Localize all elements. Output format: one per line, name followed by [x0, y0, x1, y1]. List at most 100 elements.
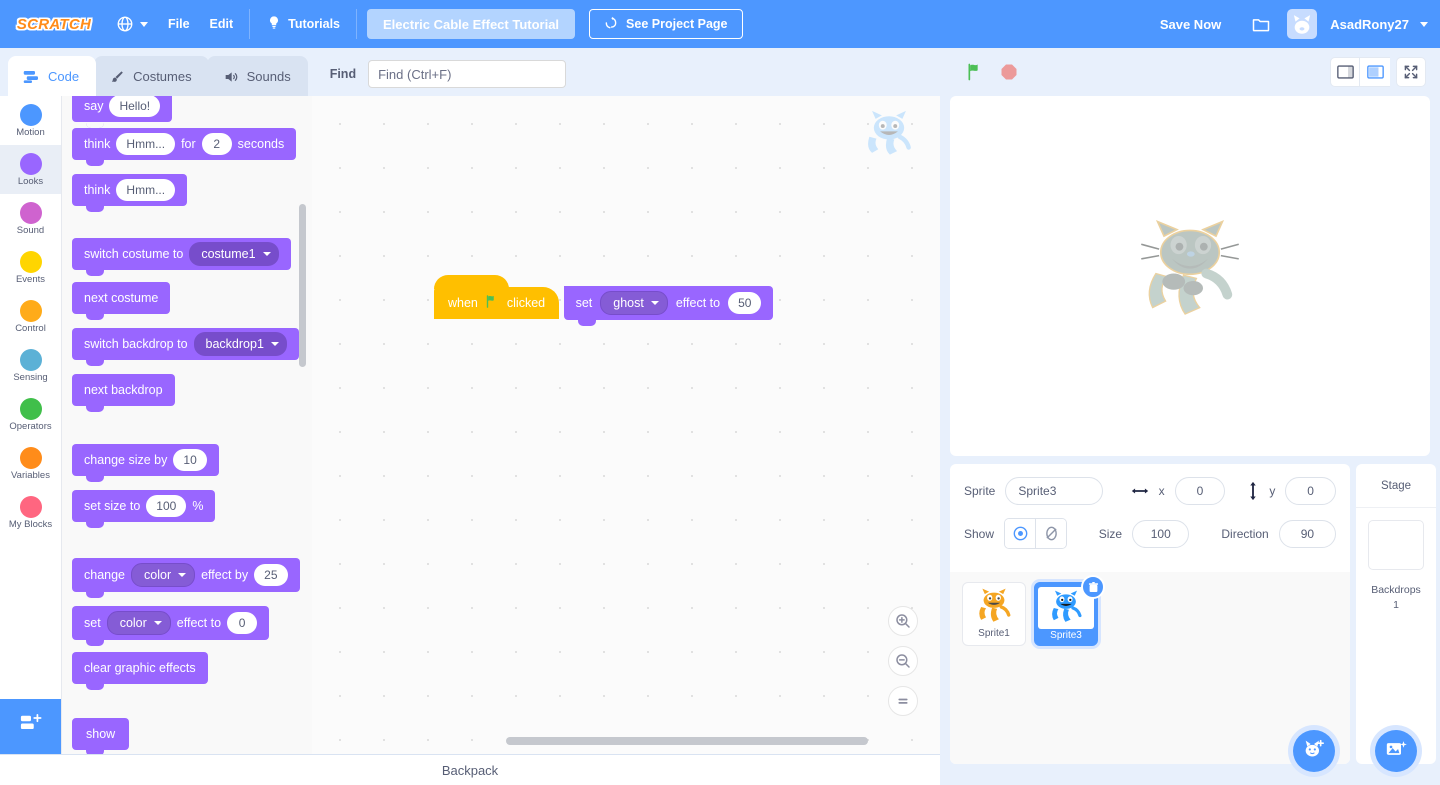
- file-menu[interactable]: File: [158, 9, 200, 39]
- green-flag-icon[interactable]: [966, 62, 986, 82]
- block-change-effect-by[interactable]: change color effect by 25: [72, 558, 300, 592]
- palette-block-switch-backdrop: switch backdrop to backdrop1: [62, 320, 312, 366]
- block-think-for-seconds[interactable]: think Hmm... for 2 seconds: [72, 128, 296, 160]
- block-switch-backdrop-to[interactable]: switch backdrop to backdrop1: [72, 328, 299, 360]
- block-when-flag-clicked[interactable]: when clicked: [434, 287, 559, 319]
- block-input-message[interactable]: Hmm...: [116, 133, 175, 155]
- tutorials-menu[interactable]: Tutorials: [256, 9, 350, 39]
- block-dropdown-effect[interactable]: color: [107, 611, 171, 635]
- sidebar-item-events[interactable]: Events: [0, 243, 61, 292]
- sprite-tile-sprite1[interactable]: Sprite1: [962, 582, 1026, 646]
- account-chevron-down-icon[interactable]: [1420, 22, 1428, 27]
- block-dropdown-backdrop[interactable]: backdrop1: [194, 332, 287, 356]
- sidebar-item-motion[interactable]: Motion: [0, 96, 61, 145]
- block-label: seconds: [238, 137, 285, 151]
- language-menu[interactable]: [106, 9, 158, 39]
- sidebar-item-sound[interactable]: Sound: [0, 194, 61, 243]
- tab-costumes-label: Costumes: [133, 69, 192, 84]
- block-category-list: Motion Looks Sound Events Control Sensin…: [0, 96, 62, 754]
- see-project-page-button[interactable]: See Project Page: [589, 9, 742, 39]
- block-change-size-by[interactable]: change size by 10: [72, 444, 219, 476]
- sprite-list: Sprite1: [950, 572, 1350, 764]
- sidebar-item-sensing[interactable]: Sensing: [0, 341, 61, 390]
- tab-sounds[interactable]: Sounds: [207, 56, 308, 96]
- account-menu[interactable]: AsadRony27: [1330, 17, 1409, 32]
- small-stage-icon[interactable]: [1330, 57, 1360, 87]
- zoom-out-icon[interactable]: [888, 646, 918, 676]
- stage[interactable]: [950, 96, 1430, 456]
- block-set-effect-to[interactable]: set color effect to 0: [72, 606, 269, 640]
- stop-sign-icon[interactable]: [1000, 63, 1018, 81]
- add-extension-button[interactable]: [0, 699, 62, 754]
- palette-scrollbar[interactable]: [299, 204, 306, 367]
- block-input[interactable]: Hello!: [109, 96, 160, 117]
- block-next-backdrop[interactable]: next backdrop: [72, 374, 175, 406]
- backdrop-thumbnail[interactable]: [1368, 520, 1424, 570]
- size-input[interactable]: 100: [1132, 520, 1189, 548]
- script-stack[interactable]: when clicked set ghost effect to 50: [434, 286, 773, 320]
- block-label: change: [84, 568, 125, 582]
- block-palette[interactable]: say Hello! think Hmm... for 2 seconds th…: [62, 96, 312, 754]
- block-dropdown-effect[interactable]: ghost: [600, 291, 668, 315]
- block-label: switch backdrop to: [84, 337, 188, 351]
- palette-block-set-effect: set color effect to 0: [62, 596, 312, 642]
- block-say[interactable]: say Hello!: [72, 96, 172, 122]
- tab-costumes[interactable]: Costumes: [94, 56, 209, 96]
- trash-icon[interactable]: [1081, 575, 1105, 599]
- dropdown-value: costume1: [201, 247, 255, 261]
- block-dropdown-effect[interactable]: color: [131, 563, 195, 587]
- block-input-message[interactable]: Hmm...: [116, 179, 175, 201]
- save-now-button[interactable]: Save Now: [1146, 9, 1235, 39]
- palette-blocks: say Hello! think Hmm... for 2 seconds th…: [62, 96, 312, 754]
- eye-icon[interactable]: [1005, 519, 1035, 548]
- block-input-size-delta[interactable]: 10: [173, 449, 206, 471]
- block-input-seconds[interactable]: 2: [202, 133, 232, 155]
- sidebar-item-control[interactable]: Control: [0, 292, 61, 341]
- avatar[interactable]: [1287, 9, 1317, 39]
- zoom-reset-icon[interactable]: [888, 686, 918, 716]
- project-title-input[interactable]: Electric Cable Effect Tutorial: [367, 9, 575, 39]
- large-stage-icon[interactable]: [1360, 57, 1390, 87]
- edit-menu[interactable]: Edit: [200, 9, 244, 39]
- zoom-in-icon[interactable]: [888, 606, 918, 636]
- backpack-bar[interactable]: Backpack: [0, 754, 940, 785]
- category-label: Operators: [9, 421, 51, 432]
- stage-sprite-cat[interactable]: [1138, 220, 1242, 333]
- block-label: next backdrop: [84, 383, 163, 397]
- block-set-size-to[interactable]: set size to 100 %: [72, 490, 215, 522]
- block-set-effect-to-script[interactable]: set ghost effect to 50: [564, 286, 774, 320]
- folder-icon[interactable]: [1247, 10, 1275, 38]
- block-think[interactable]: think Hmm...: [72, 174, 187, 206]
- stage-selector[interactable]: Stage Backdrops 1: [1356, 464, 1436, 764]
- code-canvas[interactable]: when clicked set ghost effect to 50: [312, 96, 940, 754]
- block-input-effect-value[interactable]: 50: [728, 292, 761, 314]
- sidebar-item-my-blocks[interactable]: My Blocks: [0, 488, 61, 537]
- sprite-name-input[interactable]: Sprite3: [1005, 477, 1102, 505]
- scratch-logo[interactable]: SCRATCH: [16, 11, 92, 37]
- sidebar-item-variables[interactable]: Variables: [0, 439, 61, 488]
- sidebar-item-operators[interactable]: Operators: [0, 390, 61, 439]
- fullscreen-icon[interactable]: [1396, 57, 1426, 87]
- block-next-costume[interactable]: next costume: [72, 282, 170, 314]
- sidebar-item-looks[interactable]: Looks: [0, 145, 61, 194]
- block-input-effect-value[interactable]: 0: [227, 612, 257, 634]
- tab-code[interactable]: Code: [8, 56, 96, 96]
- search-input[interactable]: [368, 60, 566, 88]
- sprite-tile-sprite3[interactable]: Sprite3: [1034, 582, 1098, 646]
- canvas-horizontal-scrollbar[interactable]: [506, 737, 868, 745]
- choose-sprite-button[interactable]: [1293, 730, 1335, 772]
- menu-bar: SCRATCH File Edit Tutorials: [0, 0, 1440, 48]
- lightbulb-icon: [266, 15, 282, 34]
- x-position-input[interactable]: 0: [1175, 477, 1226, 505]
- block-switch-costume-to[interactable]: switch costume to costume1: [72, 238, 291, 270]
- eye-slash-icon[interactable]: [1035, 519, 1065, 548]
- choose-backdrop-button[interactable]: [1375, 730, 1417, 772]
- block-dropdown-costume[interactable]: costume1: [189, 242, 278, 266]
- block-input-size[interactable]: 100: [146, 495, 186, 517]
- block-show[interactable]: show: [72, 718, 129, 750]
- orange-cat-thumbnail: [974, 587, 1014, 627]
- block-clear-graphic-effects[interactable]: clear graphic effects: [72, 652, 208, 684]
- block-input-effect-delta[interactable]: 25: [254, 564, 287, 586]
- y-position-input[interactable]: 0: [1285, 477, 1336, 505]
- direction-input[interactable]: 90: [1279, 520, 1336, 548]
